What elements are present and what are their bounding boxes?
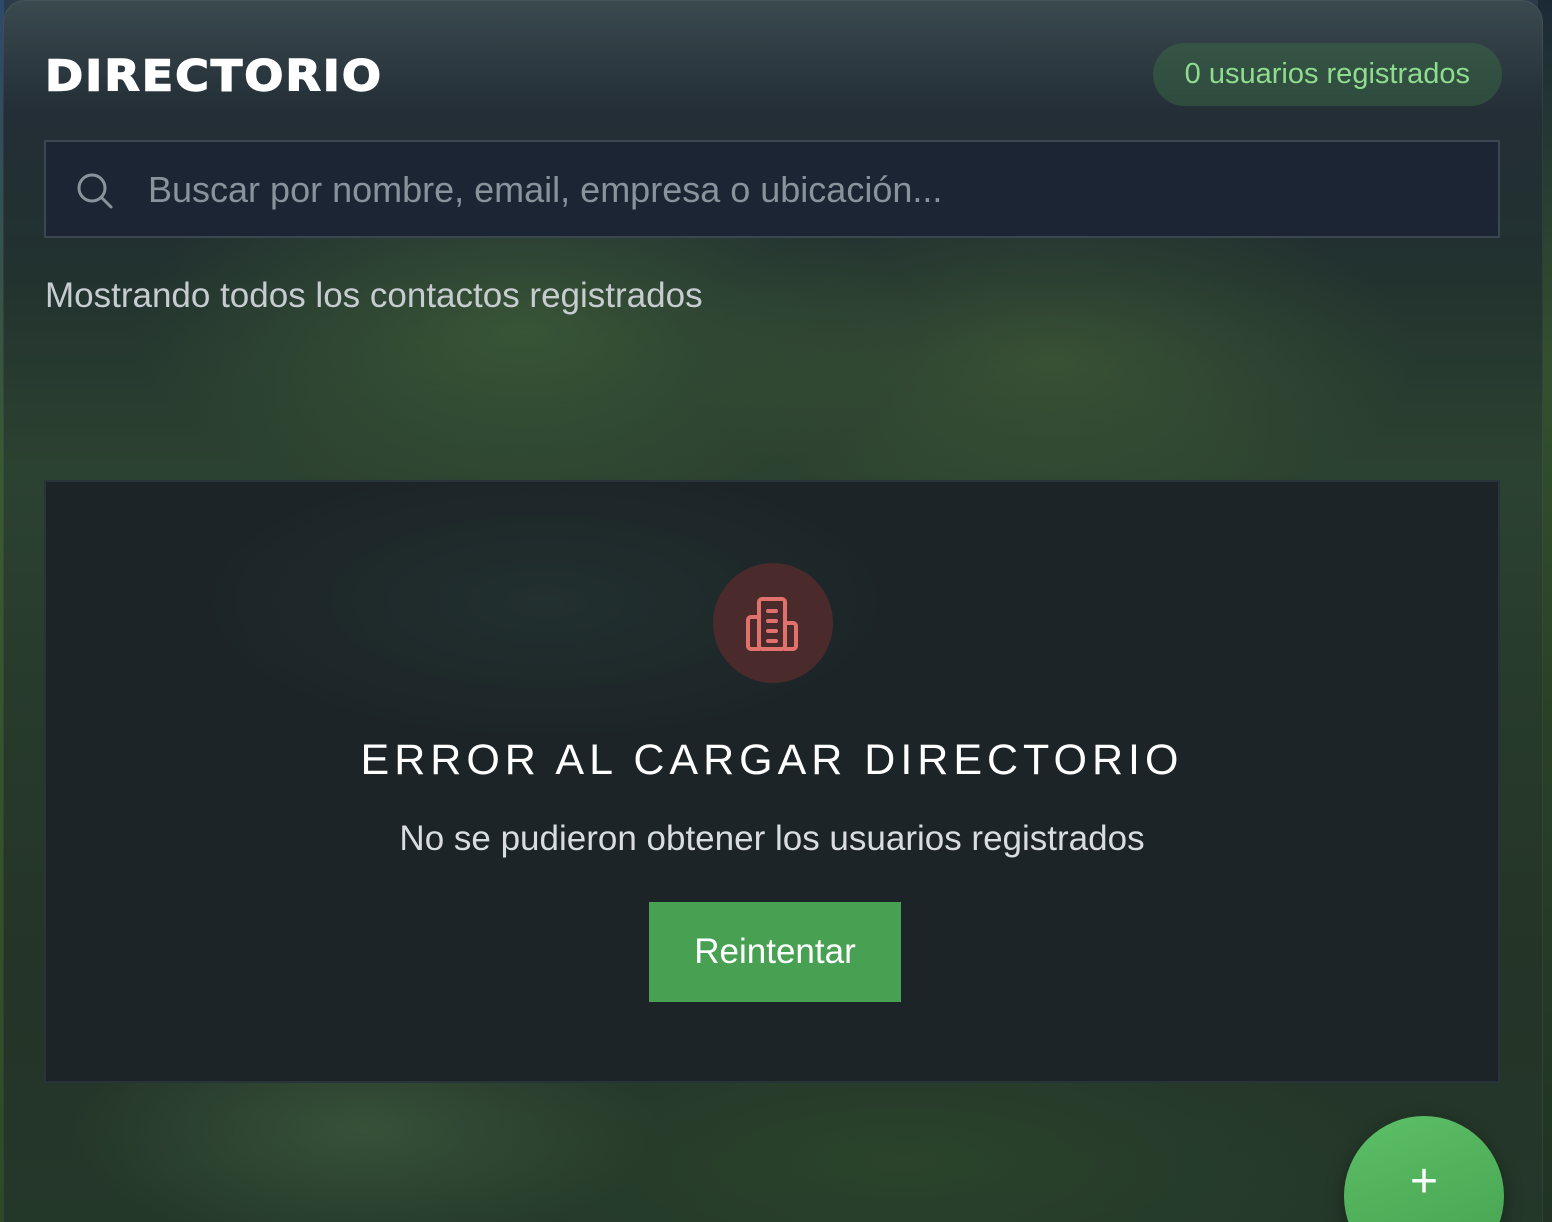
building-icon: [746, 597, 798, 651]
error-icon-badge: [713, 563, 833, 683]
plus-icon: +: [1409, 1155, 1439, 1208]
search-icon: [76, 172, 114, 210]
directory-panel: DIRECTORIO 0 usuarios registrados Mostra…: [3, 0, 1543, 1222]
results-summary: Mostrando todos los contactos registrado…: [45, 276, 703, 315]
page-title: DIRECTORIO: [44, 50, 384, 101]
error-card: ERROR AL CARGAR DIRECTORIO No se pudiero…: [44, 480, 1500, 1083]
error-message: No se pudieron obtener los usuarios regi…: [399, 819, 1145, 858]
add-contact-button[interactable]: +: [1344, 1116, 1504, 1222]
user-count-badge: 0 usuarios registrados: [1152, 43, 1502, 106]
retry-button[interactable]: Reintentar: [649, 902, 901, 1002]
error-title: ERROR AL CARGAR DIRECTORIO: [360, 736, 1184, 784]
search-input[interactable]: [146, 142, 1480, 238]
search-bar[interactable]: [44, 140, 1500, 238]
